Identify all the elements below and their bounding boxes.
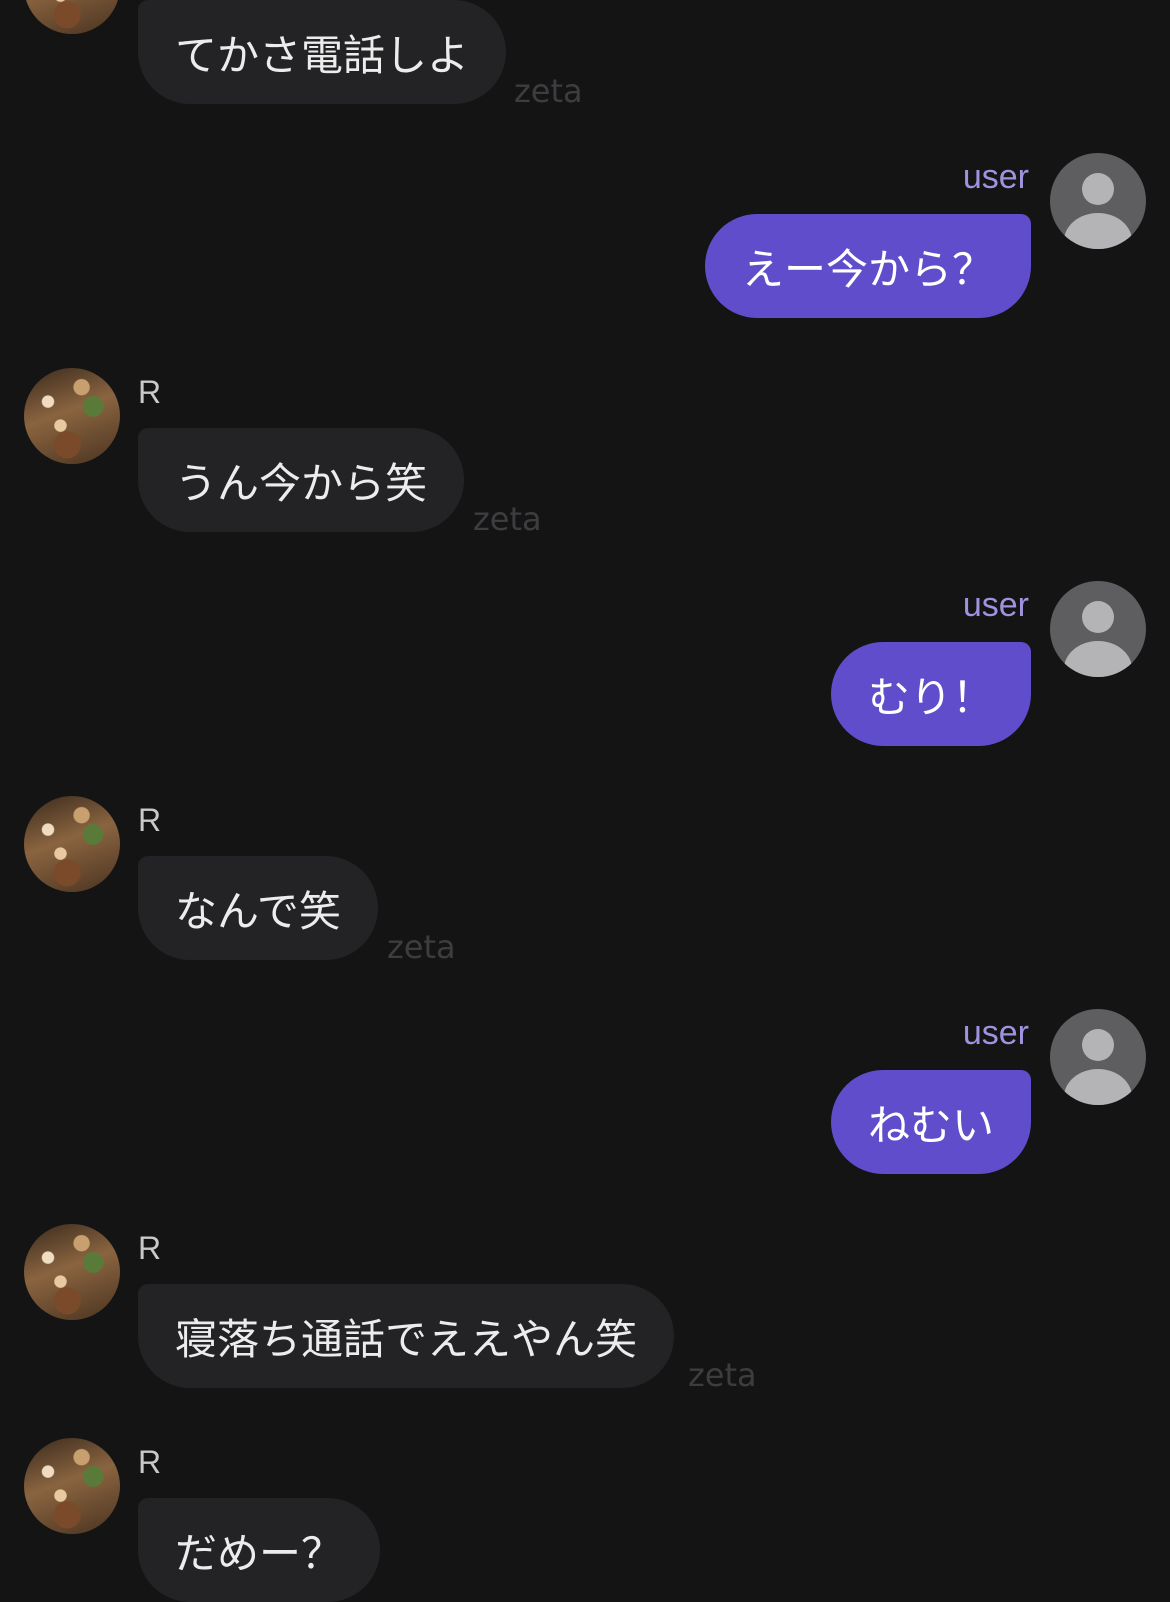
avatar-head bbox=[1082, 601, 1114, 633]
zeta-tag: zeta bbox=[387, 928, 456, 966]
bot-message-bubble[interactable]: てかさ電話しよ bbox=[138, 0, 507, 104]
message-text: てかさ電話しよ bbox=[175, 30, 470, 80]
sender-name: user bbox=[962, 158, 1029, 196]
bot-avatar-icon[interactable] bbox=[24, 0, 120, 34]
avatar-body bbox=[1064, 641, 1132, 677]
bot-message-bubble[interactable]: だめー？ bbox=[138, 1498, 381, 1602]
avatar-body bbox=[1064, 213, 1132, 249]
zeta-tag: zeta bbox=[514, 72, 583, 110]
bot-avatar-icon[interactable] bbox=[24, 1224, 120, 1320]
avatar-head bbox=[1082, 173, 1114, 205]
user-avatar-icon[interactable] bbox=[1050, 581, 1146, 677]
message-text: うん今から笑 bbox=[175, 458, 428, 508]
message-text: むり！ bbox=[867, 672, 994, 722]
message-text: だめー？ bbox=[175, 1528, 344, 1578]
bot-avatar-icon[interactable] bbox=[24, 796, 120, 892]
message-text: 寝落ち通話でええやん笑 bbox=[175, 1314, 638, 1364]
sender-name: R bbox=[138, 374, 162, 410]
user-avatar-icon[interactable] bbox=[1050, 153, 1146, 249]
chat-thread: てかさ電話しよ zeta user えー今から？ R うん今から笑 zeta u… bbox=[0, 0, 1170, 1602]
sender-name: user bbox=[962, 1014, 1029, 1052]
message-text: なんで笑 bbox=[175, 886, 341, 936]
message-text: えー今から？ bbox=[741, 244, 994, 294]
user-avatar-icon[interactable] bbox=[1050, 1009, 1146, 1105]
bot-message-bubble[interactable]: うん今から笑 bbox=[138, 428, 465, 532]
user-message-bubble[interactable]: えー今から？ bbox=[704, 214, 1031, 318]
zeta-tag: zeta bbox=[688, 1356, 757, 1394]
message-text: ねむい bbox=[867, 1100, 994, 1150]
bot-message-bubble[interactable]: なんで笑 bbox=[138, 856, 378, 960]
sender-name: R bbox=[138, 1230, 162, 1266]
sender-name: user bbox=[962, 586, 1029, 624]
zeta-tag: zeta bbox=[473, 500, 542, 538]
user-message-bubble[interactable]: むり！ bbox=[830, 642, 1031, 746]
user-message-bubble[interactable]: ねむい bbox=[830, 1070, 1031, 1174]
avatar-head bbox=[1082, 1029, 1114, 1061]
bot-avatar-icon[interactable] bbox=[24, 1438, 120, 1534]
sender-name: R bbox=[138, 802, 162, 838]
avatar-body bbox=[1064, 1069, 1132, 1105]
bot-message-bubble[interactable]: 寝落ち通話でええやん笑 bbox=[138, 1284, 675, 1388]
bot-avatar-icon[interactable] bbox=[24, 368, 120, 464]
sender-name: R bbox=[138, 1444, 162, 1480]
